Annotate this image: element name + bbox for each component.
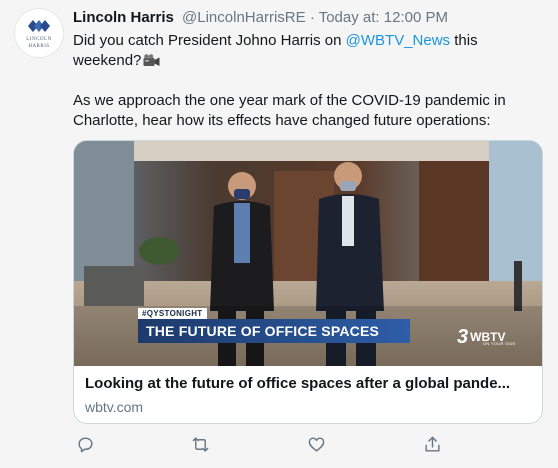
wbtv-logo: 3 WBTV ON YOUR SIDE xyxy=(457,326,519,348)
share-button[interactable] xyxy=(420,432,444,456)
card-domain: wbtv.com xyxy=(85,399,144,415)
reply-icon xyxy=(77,436,93,452)
movie-camera-icon xyxy=(143,54,160,66)
tweet-actions xyxy=(73,432,543,456)
station-number: 3 xyxy=(457,326,469,348)
like-button[interactable] xyxy=(304,432,328,456)
tweet-paragraph-1: Did you catch President Johno Harris on … xyxy=(73,31,548,71)
card-video-thumbnail[interactable]: #QYSTONIGHT THE FUTURE OF OFFICE SPACES … xyxy=(74,141,542,366)
share-icon xyxy=(424,436,440,452)
tweet-content: Lincoln Harris @LincolnHarrisRE · Today … xyxy=(73,8,548,131)
lincoln-harris-logo-icon xyxy=(28,20,50,32)
separator-dot: · xyxy=(309,9,315,26)
author-handle[interactable]: @LincolnHarrisRE xyxy=(182,9,306,26)
hashtag-tag: #QYSTONIGHT xyxy=(138,308,207,319)
tweet-text: Did you catch President Johno Harris on … xyxy=(73,31,548,131)
mention-link[interactable]: @WBTV_News xyxy=(346,32,450,49)
station-tagline: ON YOUR SIDE xyxy=(483,341,516,346)
tweet: LINCOLN HARRIS Lincoln Harris @LincolnHa… xyxy=(0,0,558,468)
avatar[interactable]: LINCOLN HARRIS xyxy=(14,8,64,58)
author-name[interactable]: Lincoln Harris xyxy=(73,9,174,26)
card-title[interactable]: Looking at the future of office spaces a… xyxy=(85,375,535,392)
link-card[interactable]: #QYSTONIGHT THE FUTURE OF OFFICE SPACES … xyxy=(73,140,543,424)
timestamp[interactable]: Today at: 12:00 PM xyxy=(319,9,448,26)
heart-icon xyxy=(308,436,324,452)
tweet-header: Lincoln Harris @LincolnHarrisRE · Today … xyxy=(73,8,548,28)
text-prefix: Did you catch President Johno Harris on xyxy=(73,32,346,49)
retweet-icon xyxy=(192,436,208,452)
reply-button[interactable] xyxy=(73,432,97,456)
retweet-button[interactable] xyxy=(188,432,212,456)
logo-text-line2: HARRIS xyxy=(28,44,50,49)
lower-third-banner: THE FUTURE OF OFFICE SPACES xyxy=(138,319,410,343)
tweet-paragraph-2: As we approach the one year mark of the … xyxy=(73,92,506,129)
logo-text-line1: LINCOLN xyxy=(26,37,52,42)
